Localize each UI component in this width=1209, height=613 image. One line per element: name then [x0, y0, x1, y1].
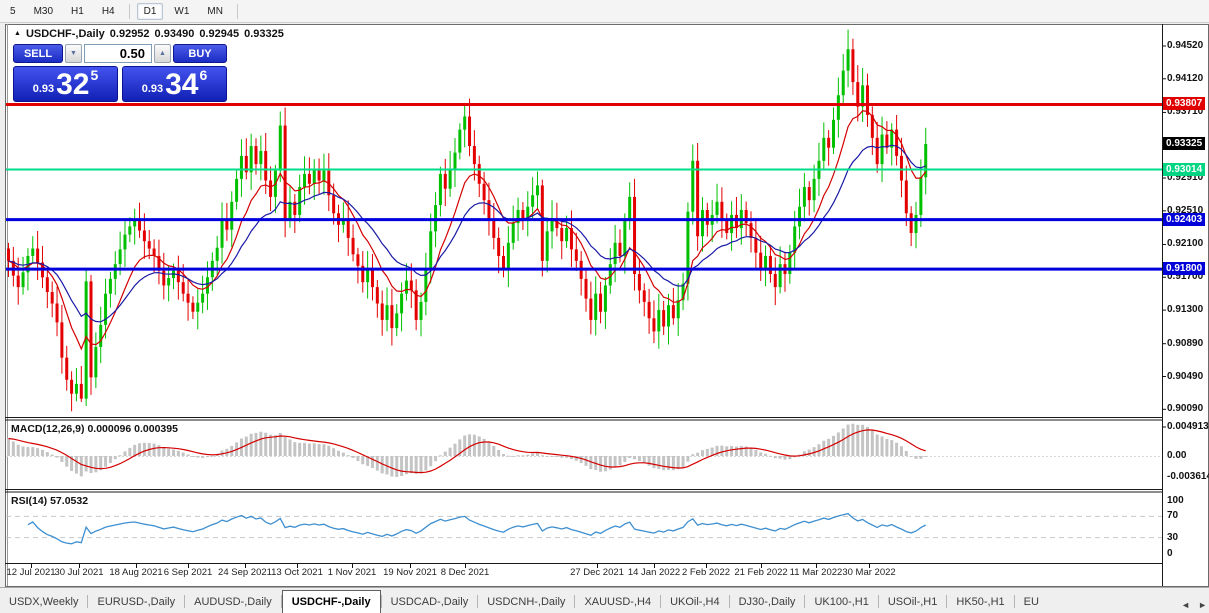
tab-dj30-daily[interactable]: DJ30-,Daily [730, 592, 805, 613]
tabs-scroll-right-icon[interactable]: ► [1198, 600, 1207, 610]
volume-down-button[interactable]: ▼ [65, 44, 82, 63]
tabs-scroll-left-icon[interactable]: ◄ [1181, 600, 1190, 610]
timeframe-button-m30[interactable]: M30 [27, 3, 60, 20]
tab-eu[interactable]: EU [1015, 592, 1048, 613]
timeframe-button-h1[interactable]: H1 [64, 3, 91, 20]
arrow-up-icon: ▲ [159, 50, 166, 57]
buy-price-main: 34 [165, 68, 199, 102]
one-click-trade-panel: SELL ▼ ▲ BUY 0.93 32 5 0.93 34 6 [13, 44, 227, 102]
buy-price-prefix: 0.93 [141, 83, 164, 95]
volume-up-button[interactable]: ▲ [154, 44, 171, 63]
tab-usdchf-daily[interactable]: USDCHF-,Daily [281, 590, 381, 613]
timeframe-toolbar: 5 M30 H1 H4 D1 W1 MN [0, 0, 1209, 23]
arrow-down-icon: ▼ [70, 50, 77, 57]
tab-uk100-h1[interactable]: UK100-,H1 [805, 592, 877, 613]
tab-ukoil-h4[interactable]: UKOil-,H4 [661, 592, 729, 613]
mt4-window: 5 M30 H1 H4 D1 W1 MN ▲ USDCHF-,Daily 0.92952 0… [0, 0, 1209, 613]
buy-price-display[interactable]: 0.93 34 6 [122, 66, 227, 102]
timeframe-button-h4[interactable]: H4 [95, 3, 122, 20]
tab-scroll-controls: ◄ ► [1175, 600, 1207, 610]
timeframe-button-d1[interactable]: D1 [136, 2, 164, 20]
tab-usdx-weekly[interactable]: USDX,Weekly [0, 592, 87, 613]
chart-tabs-bar: USDX,Weekly EURUSD-,Daily AUDUSD-,Daily USD… [0, 587, 1209, 613]
tab-usdcnh-daily[interactable]: USDCNH-,Daily [478, 592, 574, 613]
sell-button[interactable]: SELL [13, 44, 63, 63]
tab-audusd-daily[interactable]: AUDUSD-,Daily [185, 592, 281, 613]
toolbar-separator [128, 3, 130, 19]
toolbar-separator [236, 3, 238, 19]
sell-price-prefix: 0.93 [32, 83, 55, 95]
buy-button[interactable]: BUY [173, 44, 227, 63]
tab-usoil-h1[interactable]: USOil-,H1 [879, 592, 947, 613]
sell-price-main: 32 [56, 68, 90, 102]
timeframe-button-mn[interactable]: MN [200, 3, 230, 20]
tab-usdcad-daily[interactable]: USDCAD-,Daily [382, 592, 478, 613]
tab-hk50-h1[interactable]: HK50-,H1 [947, 592, 1013, 613]
sell-price-display[interactable]: 0.93 32 5 [13, 66, 118, 102]
timeframe-button-5[interactable]: 5 [3, 3, 23, 20]
timeframe-button-w1[interactable]: W1 [167, 3, 196, 20]
sell-price-pip: 5 [90, 67, 99, 83]
tab-eurusd-daily[interactable]: EURUSD-,Daily [88, 592, 184, 613]
volume-input[interactable] [84, 44, 152, 63]
tab-xauusd-h4[interactable]: XAUUSD-,H4 [575, 592, 660, 613]
buy-price-pip: 6 [199, 67, 208, 83]
